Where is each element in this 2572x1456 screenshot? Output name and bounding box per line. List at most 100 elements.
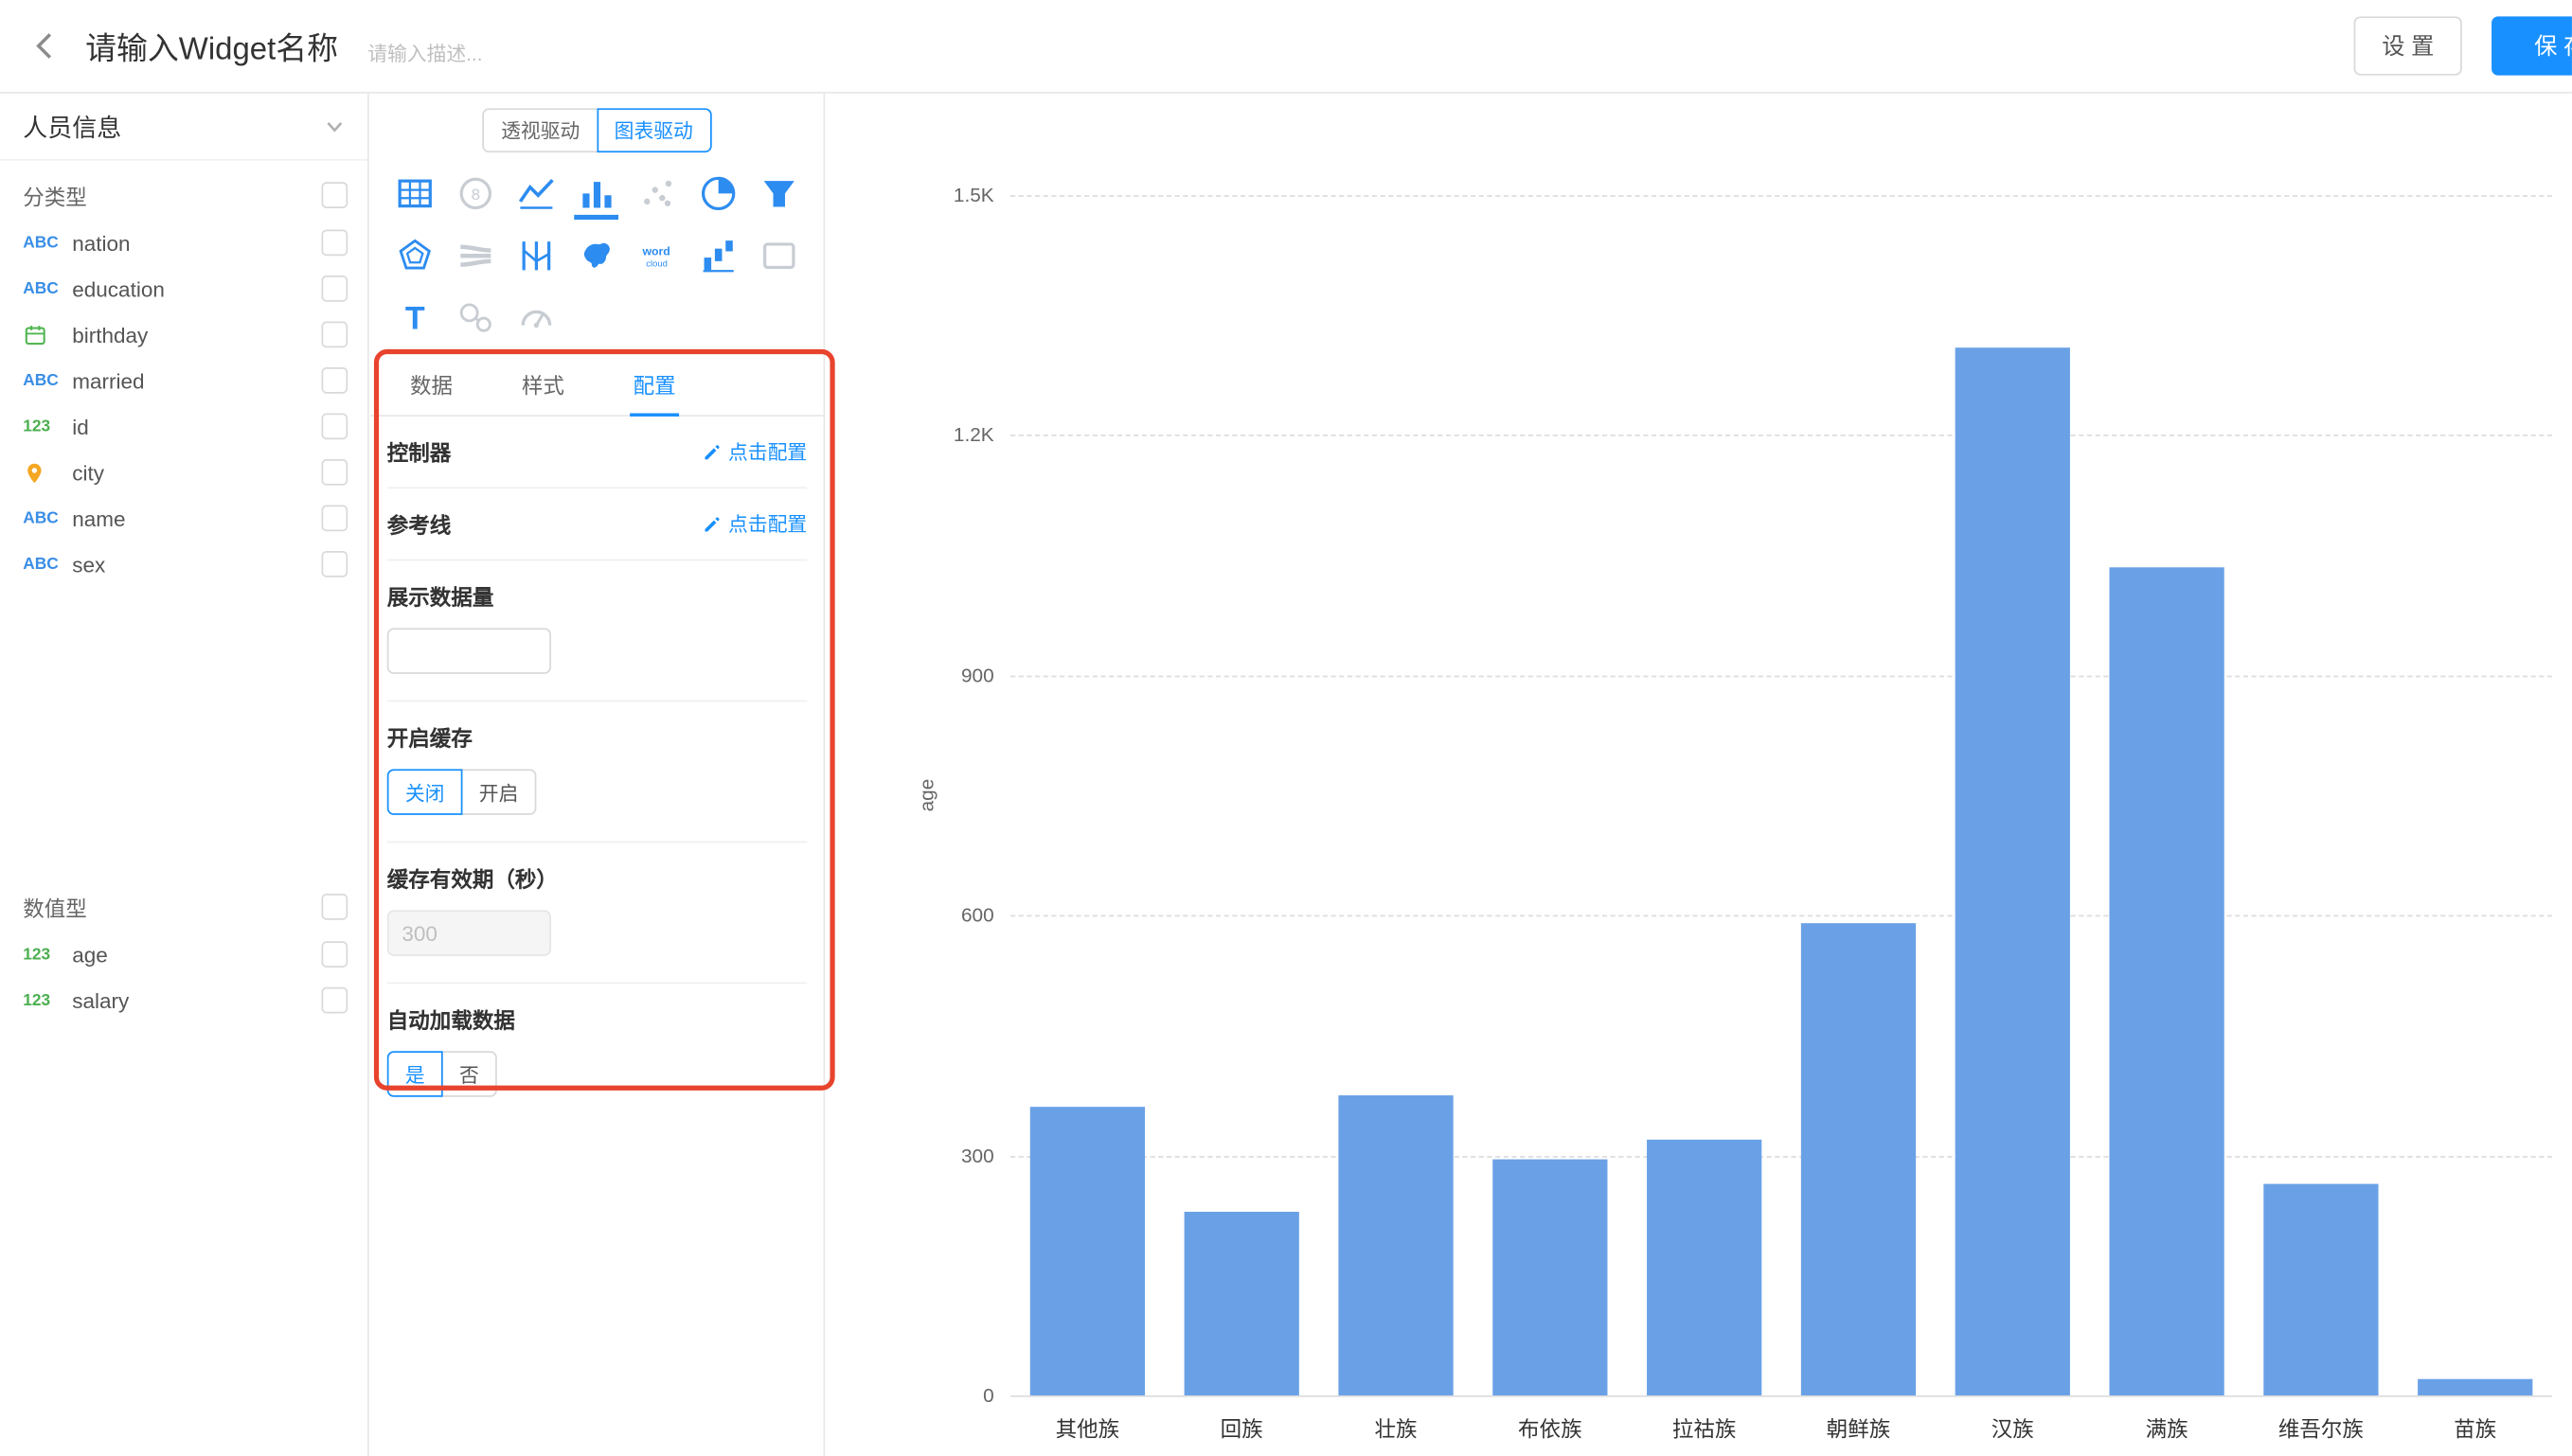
field-checkbox[interactable] [321,551,348,577]
pivot-drive-button[interactable]: 透视驱动 [483,108,598,152]
relation-chart-icon[interactable] [445,287,506,349]
cache-expire-input[interactable] [387,910,551,955]
bar-朝鲜族[interactable] [1801,923,1916,1395]
bar-维吾尔族[interactable] [2263,1183,2378,1395]
parallel-chart-icon[interactable] [506,224,566,287]
sankey-chart-icon[interactable] [445,224,506,287]
field-checkbox[interactable] [321,459,348,486]
scorecard-chart-icon[interactable]: 8 [445,162,506,224]
gauge-chart-icon[interactable] [506,287,566,349]
string-type-icon: ABC [23,234,72,252]
dataset-selector[interactable]: 人员信息 [0,94,367,161]
bar-chart-icon[interactable] [566,162,627,224]
waterfall-chart-icon[interactable] [688,224,749,287]
funnel-chart-icon[interactable] [749,162,810,224]
config-tab-content: 控制器 点击配置 参考线 点击配置 展示数据量 开启缓存 [370,417,823,1124]
panel-tabs: 数据 样式 配置 [370,349,823,417]
number-type-icon: 123 [23,991,72,1009]
field-checkbox[interactable] [321,229,348,256]
bar-拉祜族[interactable] [1647,1140,1761,1395]
group-checkbox[interactable] [321,182,348,208]
field-checkbox[interactable] [321,941,348,968]
scatter-chart-icon[interactable] [628,162,688,224]
x-category-label: 布依族 [1518,1412,1582,1443]
field-nation[interactable]: ABC nation [0,220,367,265]
field-salary[interactable]: 123 salary [0,977,367,1022]
wordcloud-chart-icon[interactable]: wordcloud [628,224,688,287]
field-name[interactable]: ABC name [0,495,367,541]
tab-style[interactable]: 样式 [518,359,567,415]
string-type-icon: ABC [23,509,72,527]
display-count-input[interactable] [387,628,551,673]
header: 请输入Widget名称 请输入描述... 设 置 保 存 [0,0,2572,94]
table-chart-icon[interactable] [384,162,444,224]
cache-toggle: 关闭 开启 [387,769,537,814]
iframe-chart-icon[interactable] [749,224,810,287]
bar-其他族[interactable] [1030,1108,1145,1395]
pencil-icon [702,442,722,462]
y-tick-label: 300 [896,1144,994,1166]
bar-满族[interactable] [2109,567,2224,1395]
chevron-left-icon [29,29,63,62]
field-checkbox[interactable] [321,987,348,1014]
field-age[interactable]: 123 age [0,932,367,977]
radar-chart-icon[interactable] [384,224,444,287]
field-married[interactable]: ABC married [0,358,367,403]
string-type-icon: ABC [23,371,72,389]
widget-description-input[interactable]: 请输入描述... [367,39,482,66]
x-category-label: 维吾尔族 [2278,1412,2364,1443]
cache-label: 开启缓存 [387,721,807,753]
grid-line [1010,1155,2552,1157]
field-checkbox[interactable] [321,505,348,531]
reference-configure-link[interactable]: 点击配置 [702,510,807,538]
autoload-yes-button[interactable]: 是 [387,1051,443,1096]
bar-汉族[interactable] [1956,347,2070,1395]
geo-type-icon [23,460,72,485]
tab-data[interactable]: 数据 [407,359,456,415]
x-category-label: 壮族 [1374,1412,1417,1443]
autoload-section: 自动加载数据 是 否 [387,984,807,1123]
field-birthday[interactable]: birthday [0,311,367,357]
controller-configure-link[interactable]: 点击配置 [702,437,807,465]
x-category-label: 苗族 [2454,1412,2496,1443]
chart-drive-button[interactable]: 图表驱动 [597,108,711,152]
bar-壮族[interactable] [1338,1095,1453,1395]
save-button[interactable]: 保 存 [2492,16,2572,75]
tab-config[interactable]: 配置 [630,359,679,417]
y-tick-label: 1.5K [896,184,994,206]
bar-回族[interactable] [1185,1212,1299,1395]
field-education[interactable]: ABC education [0,266,367,311]
svg-text:8: 8 [471,186,479,204]
bar-布依族[interactable] [1492,1160,1607,1395]
cache-off-button[interactable]: 关闭 [387,769,463,814]
field-id[interactable]: 123 id [0,403,367,449]
cache-on-button[interactable]: 开启 [461,769,537,814]
number-type-icon: 123 [23,946,72,964]
bar-苗族[interactable] [2418,1379,2532,1395]
settings-button[interactable]: 设 置 [2354,16,2462,75]
widget-name-input[interactable]: 请输入Widget名称 [85,24,338,68]
date-type-icon [23,322,72,346]
grid-line [1010,435,2552,437]
reference-line-row: 参考线 点击配置 [387,488,807,560]
field-checkbox[interactable] [321,275,348,302]
field-sex[interactable]: ABC sex [0,542,367,587]
back-button[interactable] [20,20,72,72]
widget-editor: 请输入Widget名称 请输入描述... 设 置 保 存 人员信息 分类型 AB… [0,0,2572,1456]
field-checkbox[interactable] [321,321,348,347]
display-count-label: 展示数据量 [387,580,807,612]
field-checkbox[interactable] [321,413,348,439]
pie-chart-icon[interactable] [688,162,749,224]
field-city[interactable]: city [0,450,367,495]
line-chart-icon[interactable] [506,162,566,224]
config-panel: 透视驱动 图表驱动 8 wordcloud T 数据 样式 配置 [370,94,825,1456]
group-checkbox[interactable] [321,894,348,920]
x-category-label: 拉祜族 [1672,1412,1737,1443]
autoload-no-button[interactable]: 否 [441,1051,497,1096]
y-tick-label: 1.2K [896,424,994,447]
map-chart-icon[interactable] [566,224,627,287]
field-checkbox[interactable] [321,367,348,394]
x-category-label: 汉族 [1992,1412,2034,1443]
richtext-chart-icon[interactable]: T [384,287,444,349]
drive-mode-toggle: 透视驱动 图表驱动 [370,108,823,152]
